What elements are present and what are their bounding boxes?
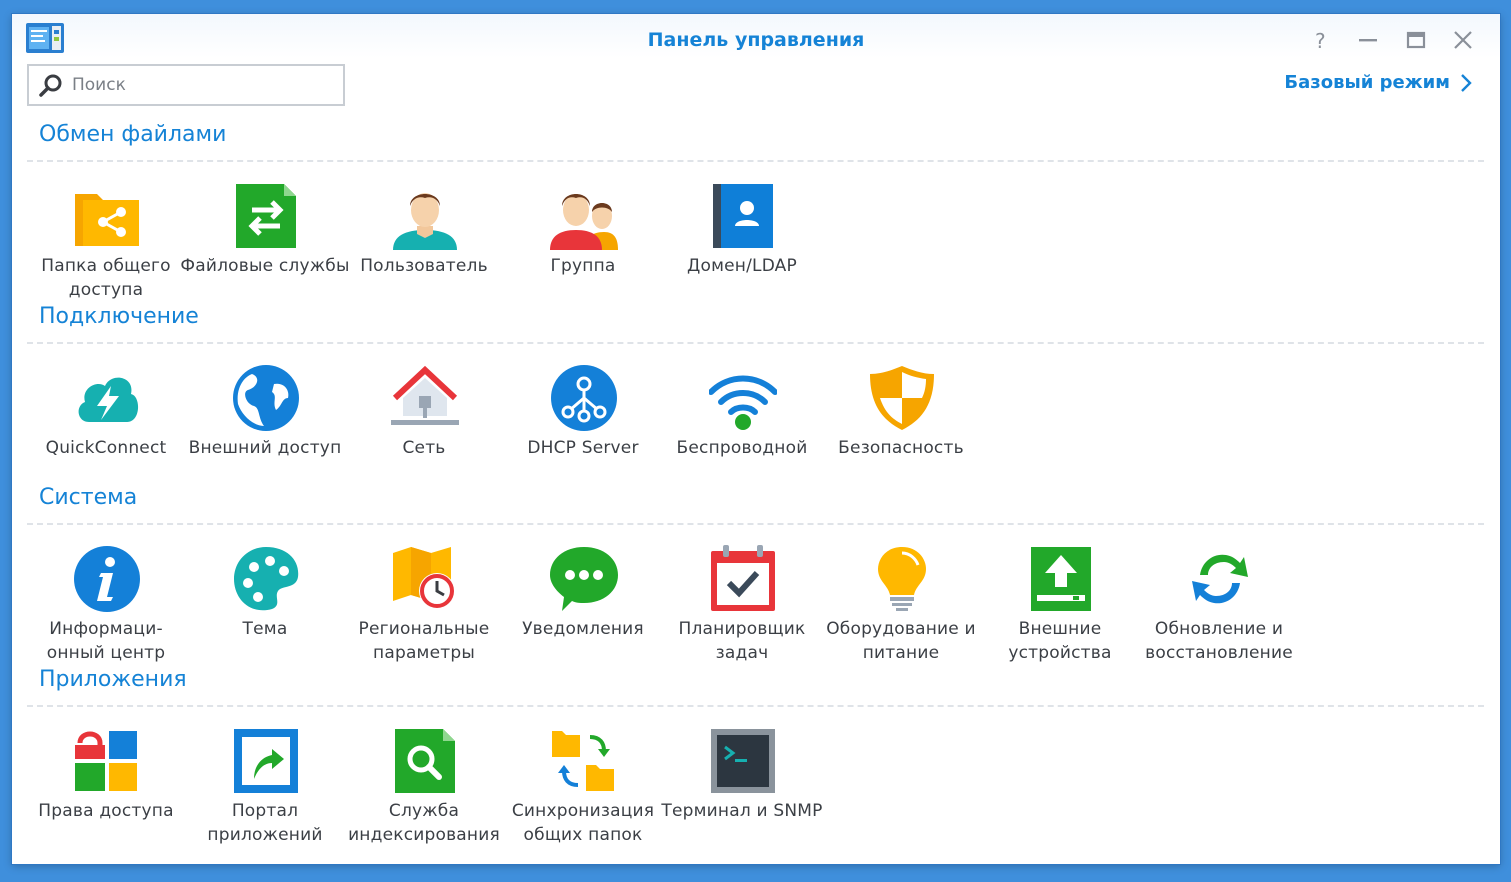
item-indexing-service[interactable]: Служба индексирования bbox=[345, 715, 503, 845]
search-box[interactable] bbox=[27, 64, 345, 106]
section-title: Подключение bbox=[39, 304, 199, 329]
item-label: Терминал и SNMP bbox=[661, 801, 823, 821]
control-panel-window: Панель управления ? Базовый режим Обмен … bbox=[12, 14, 1500, 864]
item-task-scheduler[interactable]: Планировщик задач bbox=[663, 533, 821, 663]
user-icon bbox=[391, 182, 459, 250]
shared-folder-icon bbox=[73, 182, 141, 250]
notification-icon bbox=[550, 545, 618, 613]
network-icon bbox=[391, 364, 459, 432]
item-external-devices[interactable]: Внешние устройства bbox=[981, 533, 1139, 663]
item-shared-folder[interactable]: Папка общего доступа bbox=[27, 170, 185, 300]
section-divider bbox=[27, 160, 1484, 162]
item-wireless[interactable]: Беспроводной bbox=[663, 352, 821, 482]
item-label: Оборудование и питание bbox=[826, 619, 976, 663]
item-application-portal[interactable]: Портал приложений bbox=[186, 715, 344, 845]
item-privileges[interactable]: Права доступа bbox=[27, 715, 185, 845]
item-label: Папка общего доступа bbox=[41, 256, 171, 300]
application-portal-icon bbox=[232, 727, 300, 795]
item-label: Информаци-онный центр bbox=[46, 619, 166, 663]
item-label: Синхронизация общих папок bbox=[511, 801, 655, 845]
item-label: Портал приложений bbox=[207, 801, 323, 845]
update-restore-icon bbox=[1186, 545, 1254, 613]
wireless-icon bbox=[709, 364, 777, 432]
item-label: Планировщик задач bbox=[678, 619, 806, 663]
section-divider bbox=[27, 523, 1484, 525]
terminal-snmp-icon bbox=[709, 727, 777, 795]
item-terminal-snmp[interactable]: Терминал и SNMP bbox=[661, 715, 822, 845]
help-icon[interactable]: ? bbox=[1308, 27, 1334, 53]
item-quickconnect[interactable]: QuickConnect bbox=[27, 352, 185, 482]
item-update-restore[interactable]: Обновление и восстановление bbox=[1140, 533, 1298, 663]
search-input[interactable] bbox=[72, 70, 332, 100]
item-label: Беспроводной bbox=[676, 438, 808, 458]
basic-mode-link[interactable]: Базовый режим bbox=[1284, 72, 1472, 93]
item-security[interactable]: Безопасность bbox=[822, 352, 980, 482]
item-label: Группа bbox=[550, 256, 616, 276]
theme-palette-icon bbox=[232, 545, 300, 613]
item-label: Домен/LDAP bbox=[687, 256, 797, 276]
item-label: Сеть bbox=[402, 438, 446, 458]
item-dhcp-server[interactable]: DHCP Server bbox=[504, 352, 662, 482]
external-devices-icon bbox=[1027, 545, 1095, 613]
item-label: DHCP Server bbox=[527, 438, 639, 458]
security-shield-icon bbox=[868, 364, 936, 432]
close-icon[interactable] bbox=[1450, 27, 1476, 53]
search-icon bbox=[38, 73, 64, 99]
dhcp-server-icon bbox=[550, 364, 618, 432]
info-center-icon bbox=[73, 545, 141, 613]
item-label: Пользователь bbox=[360, 256, 488, 276]
quickconnect-icon bbox=[73, 364, 141, 432]
item-user[interactable]: Пользователь bbox=[345, 170, 503, 300]
maximize-icon[interactable] bbox=[1403, 27, 1429, 53]
item-file-services[interactable]: Файловые службы bbox=[180, 170, 349, 300]
hardware-power-icon bbox=[868, 545, 936, 613]
item-label: Региональные параметры bbox=[358, 619, 490, 663]
title-bar[interactable]: Панель управления ? bbox=[12, 14, 1500, 58]
item-regional-options[interactable]: Региональные параметры bbox=[345, 533, 503, 663]
item-label: Внешние устройства bbox=[1008, 619, 1112, 663]
section-title: Система bbox=[39, 485, 138, 510]
item-label: QuickConnect bbox=[45, 438, 167, 458]
minimize-icon[interactable] bbox=[1355, 27, 1381, 53]
item-theme[interactable]: Тема bbox=[186, 533, 344, 663]
chevron-right-icon bbox=[1461, 73, 1472, 92]
item-label: Служба индексирования bbox=[348, 801, 500, 845]
section-title: Обмен файлами bbox=[39, 122, 227, 147]
group-icon bbox=[550, 182, 618, 250]
item-label: Безопасность bbox=[838, 438, 964, 458]
external-access-icon bbox=[232, 364, 300, 432]
section-divider bbox=[27, 705, 1484, 707]
item-network[interactable]: Сеть bbox=[345, 352, 503, 482]
item-external-access[interactable]: Внешний доступ bbox=[186, 352, 344, 482]
indexing-service-icon bbox=[391, 727, 459, 795]
item-notification[interactable]: Уведомления bbox=[504, 533, 662, 663]
shared-folder-sync-icon bbox=[550, 727, 618, 795]
item-info-center[interactable]: Информаци-онный центр bbox=[27, 533, 185, 663]
window-title: Панель управления bbox=[647, 29, 865, 51]
item-shared-folder-sync[interactable]: Синхронизация общих папок bbox=[504, 715, 662, 845]
item-label: Права доступа bbox=[38, 801, 174, 821]
task-scheduler-icon bbox=[709, 545, 777, 613]
item-label: Уведомления bbox=[522, 619, 644, 639]
item-label: Внешний доступ bbox=[188, 438, 342, 458]
item-group[interactable]: Группа bbox=[504, 170, 662, 300]
section-divider bbox=[27, 342, 1484, 344]
privileges-icon bbox=[73, 727, 141, 795]
basic-mode-label: Базовый режим bbox=[1284, 72, 1450, 93]
item-domain-ldap[interactable]: Домен/LDAP bbox=[663, 170, 821, 300]
item-hardware-power[interactable]: Оборудование и питание bbox=[822, 533, 980, 663]
item-label: Обновление и восстановление bbox=[1145, 619, 1293, 663]
file-services-icon bbox=[232, 182, 300, 250]
section-title: Приложения bbox=[39, 667, 187, 692]
svg-text:?: ? bbox=[1315, 29, 1326, 53]
regional-options-icon bbox=[391, 545, 459, 613]
item-label: Тема bbox=[242, 619, 288, 639]
item-label: Файловые службы bbox=[180, 256, 350, 276]
domain-ldap-icon bbox=[709, 182, 777, 250]
